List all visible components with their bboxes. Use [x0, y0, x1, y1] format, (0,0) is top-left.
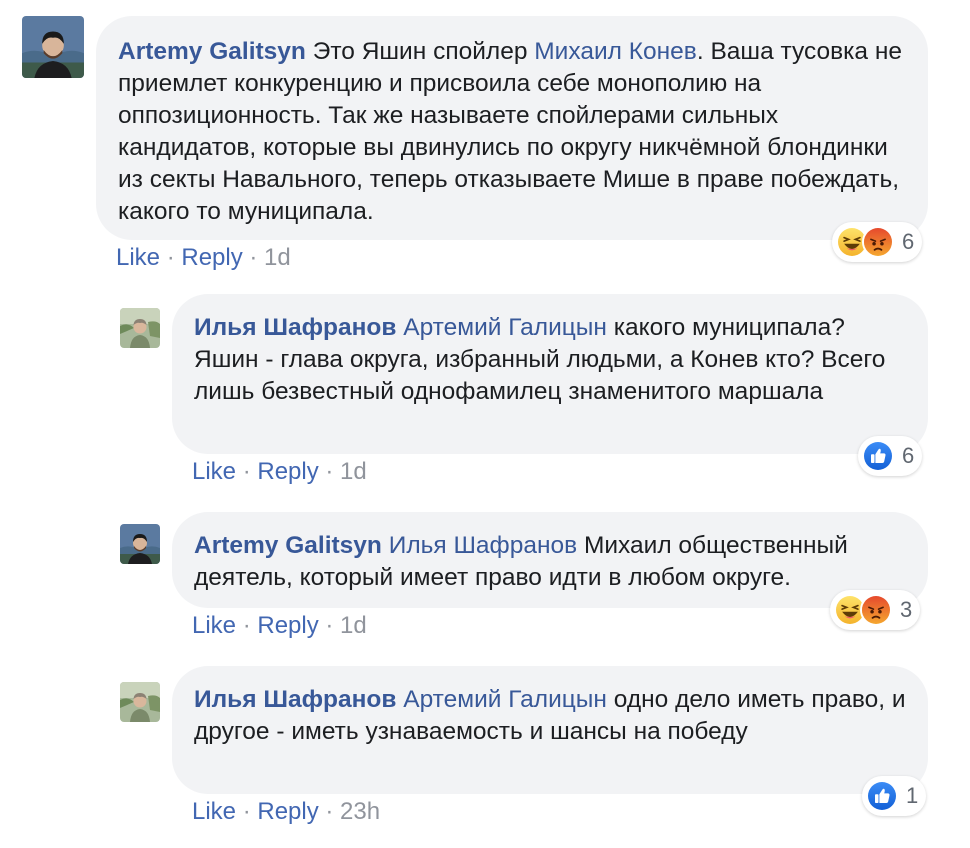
comment-text: . Ваша тусовка не приемлет конкуренцию и…: [118, 38, 902, 225]
separator: ·: [236, 458, 258, 485]
reply-button[interactable]: Reply: [257, 612, 318, 639]
avatar-image: [120, 308, 160, 348]
like-button[interactable]: Like: [116, 244, 160, 271]
comment-author[interactable]: Илья Шафранов: [194, 314, 396, 341]
timestamp[interactable]: 1d: [340, 612, 367, 639]
comment-author[interactable]: Artemy Galitsyn: [194, 532, 382, 559]
separator: ·: [236, 798, 258, 825]
timestamp[interactable]: 1d: [340, 458, 367, 485]
comment-author[interactable]: Artemy Galitsyn: [118, 38, 306, 65]
reaction-count: 3: [900, 597, 913, 622]
comment-author[interactable]: Илья Шафранов: [194, 686, 396, 713]
reply-button[interactable]: Reply: [257, 458, 318, 485]
avatar[interactable]: [22, 16, 84, 78]
like-button[interactable]: Like: [192, 798, 236, 825]
comment-actions: Like · Reply · 1d: [192, 612, 367, 640]
timestamp[interactable]: 1d: [264, 244, 291, 271]
separator: ·: [160, 244, 182, 271]
timestamp[interactable]: 23h: [340, 798, 380, 825]
comment-actions: Like · Reply · 1d: [116, 244, 291, 272]
separator: ·: [242, 244, 265, 271]
reaction-summary[interactable]: 3: [830, 590, 921, 630]
reply-button[interactable]: Reply: [181, 244, 242, 271]
reaction-count: 6: [902, 443, 915, 468]
angry-icon: [862, 226, 894, 258]
avatar[interactable]: [120, 682, 160, 722]
like-icon: [862, 440, 894, 472]
avatar-image: [22, 16, 84, 78]
separator: ·: [236, 612, 258, 639]
avatar-image: [120, 682, 160, 722]
like-button[interactable]: Like: [192, 458, 236, 485]
like-button[interactable]: Like: [192, 612, 236, 639]
avatar-image: [120, 524, 160, 564]
comment-actions: Like · Reply · 1d: [192, 458, 367, 486]
separator: ·: [318, 458, 341, 485]
separator: ·: [318, 612, 341, 639]
avatar[interactable]: [120, 524, 160, 564]
mention-link[interactable]: Илья Шафранов: [389, 532, 577, 559]
mention-link[interactable]: Артемий Галицын: [403, 314, 607, 341]
reaction-summary[interactable]: 6: [858, 436, 923, 476]
reaction-summary[interactable]: 6: [832, 222, 923, 262]
avatar[interactable]: [120, 308, 160, 348]
like-icon: [866, 780, 898, 812]
reaction-summary[interactable]: 1: [862, 776, 927, 816]
mention-link[interactable]: Артемий Галицын: [403, 686, 607, 713]
angry-icon: [860, 594, 892, 626]
comment-actions: Like · Reply · 23h: [192, 798, 380, 826]
reaction-count: 6: [902, 229, 915, 254]
comment-bubble: Илья Шафранов Артемий Галицын какого мун…: [172, 294, 928, 454]
mention-link[interactable]: Михаил Конев: [534, 38, 697, 65]
comment-bubble: Artemy Galitsyn Это Яшин спойлер Михаил …: [96, 16, 928, 240]
comment-bubble: Artemy Galitsyn Илья Шафранов Михаил общ…: [172, 512, 928, 608]
separator: ·: [318, 798, 341, 825]
comment-text: Это Яшин спойлер: [312, 38, 535, 65]
comment-bubble: Илья Шафранов Артемий Галицын одно дело …: [172, 666, 928, 794]
reply-button[interactable]: Reply: [257, 798, 318, 825]
reaction-count: 1: [906, 783, 919, 808]
